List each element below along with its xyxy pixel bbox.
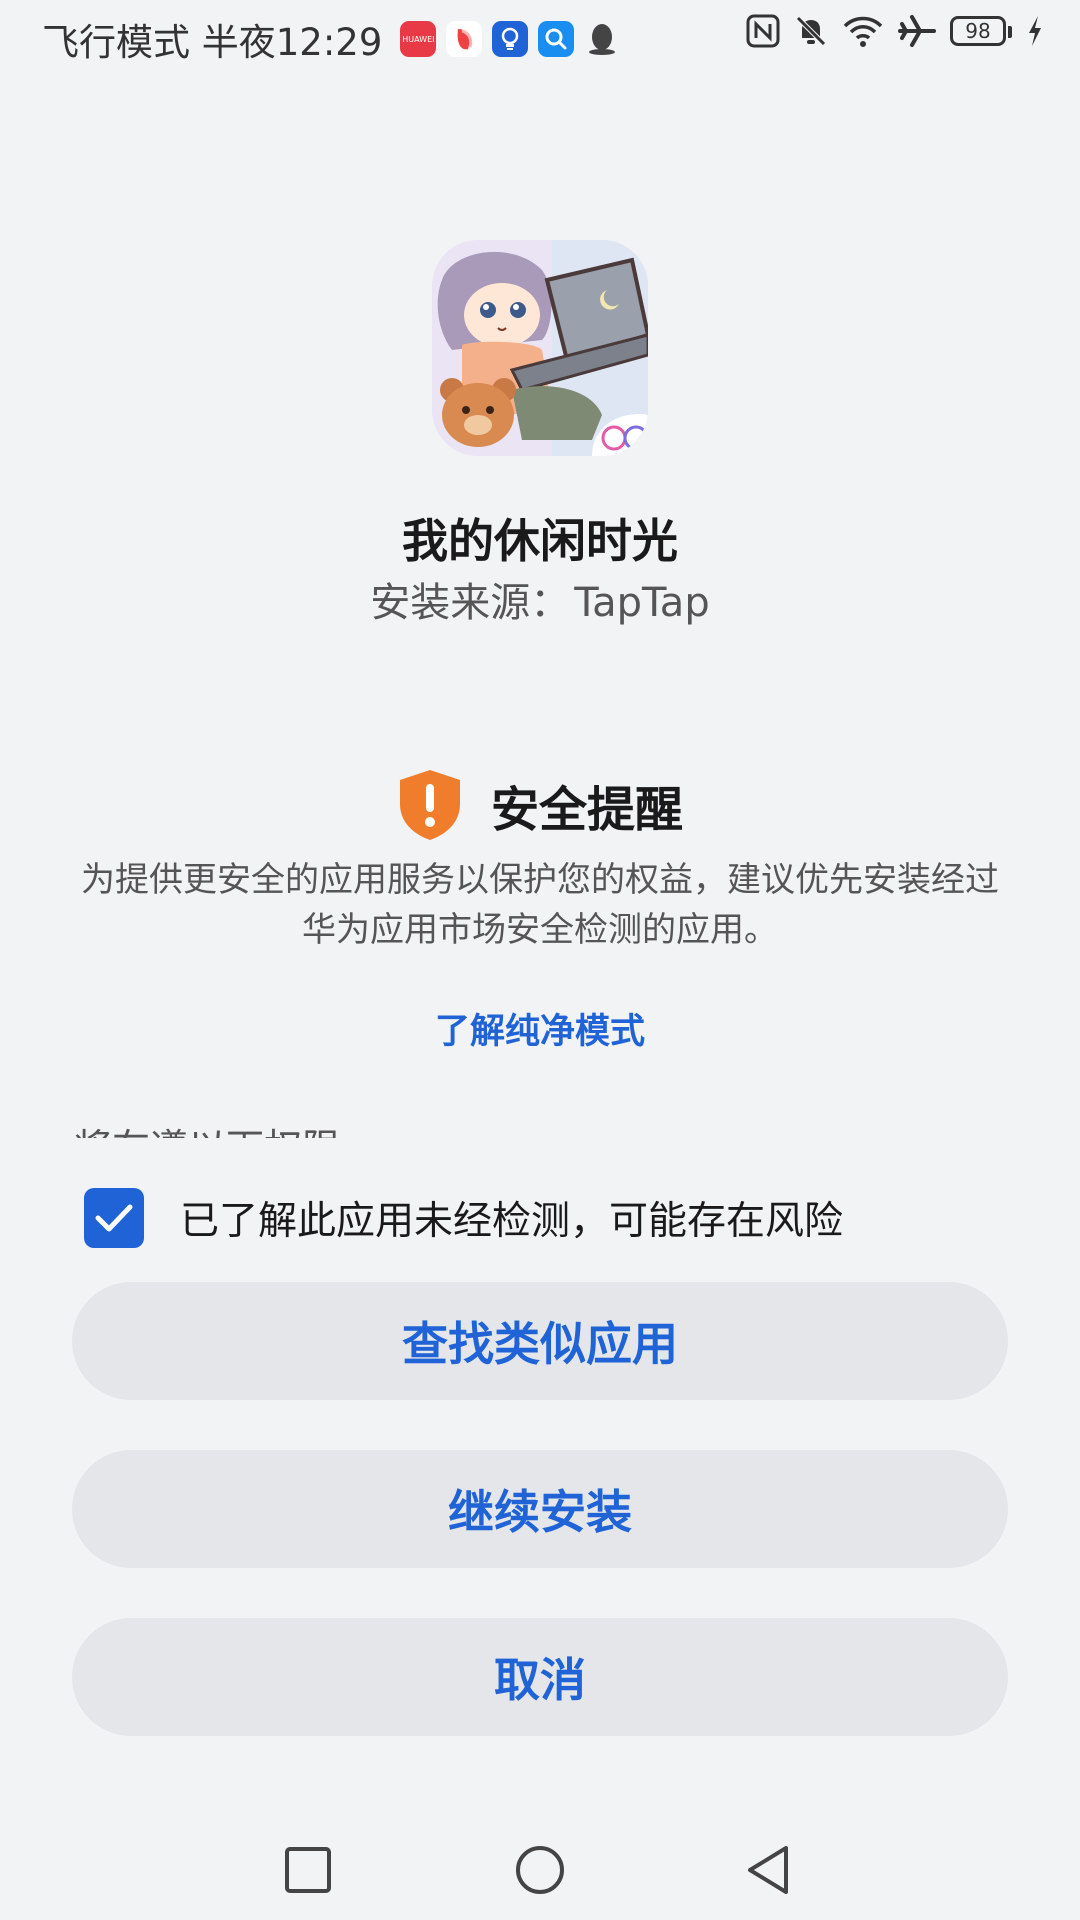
huawei-label: HUAWEI bbox=[402, 34, 435, 44]
install-source-value: TapTap bbox=[574, 580, 710, 626]
cancel-button[interactable]: 取消 bbox=[72, 1618, 1008, 1736]
security-message: 为提供更安全的应用服务以保护您的权益，建议优先安装经过华为应用市场安全检测的应用… bbox=[81, 860, 999, 950]
notification-icons: HUAWEI bbox=[400, 21, 620, 57]
security-header: 安全提醒 bbox=[0, 768, 1080, 842]
continue-install-button[interactable]: 继续安装 bbox=[72, 1450, 1008, 1568]
qq-penguin-icon bbox=[584, 21, 620, 57]
navigation-bar bbox=[0, 1820, 1080, 1920]
red-app-icon bbox=[446, 21, 483, 57]
app-icon bbox=[432, 240, 648, 456]
warning-shield-icon bbox=[399, 770, 460, 840]
status-right: 98 bbox=[746, 14, 1044, 48]
nfc-icon bbox=[746, 14, 780, 48]
triangle-back-icon bbox=[748, 1846, 788, 1894]
battery-icon: 98 bbox=[950, 16, 1012, 46]
mute-bell-icon bbox=[796, 16, 826, 46]
install-source: 安装来源： TapTap bbox=[0, 570, 1080, 628]
find-similar-apps-button[interactable]: 查找类似应用 bbox=[72, 1282, 1008, 1400]
status-left: 飞行模式 半夜12:29 HUAWEI bbox=[42, 12, 620, 66]
learn-pure-mode-link[interactable]: 了解纯净模式 bbox=[0, 1003, 1080, 1054]
airplane-icon bbox=[898, 15, 936, 47]
huawei-appgallery-icon: HUAWEI bbox=[400, 21, 437, 57]
charging-icon bbox=[1029, 16, 1041, 46]
square-icon bbox=[285, 1847, 331, 1893]
back-button[interactable] bbox=[728, 1830, 808, 1910]
status-bar: 飞行模式 半夜12:29 HUAWEI 98 bbox=[0, 0, 1080, 74]
acknowledge-label: 已了解此应用未经检测，可能存在风险 bbox=[180, 1199, 844, 1244]
install-source-label: 安装来源： bbox=[370, 580, 571, 626]
circle-icon bbox=[516, 1846, 564, 1894]
clipped-permissions-text: 将在遵以下权限 bbox=[74, 1120, 374, 1138]
tips-bulb-icon bbox=[492, 21, 529, 57]
acknowledge-row[interactable]: 已了解此应用未经检测，可能存在风险 bbox=[84, 1188, 843, 1248]
recent-apps-button[interactable] bbox=[268, 1830, 348, 1910]
clipped-text: 将在遵以下权限 bbox=[74, 1126, 340, 1138]
home-button[interactable] bbox=[500, 1830, 580, 1910]
acknowledge-checkbox[interactable] bbox=[84, 1188, 144, 1248]
battery-level: 98 bbox=[965, 19, 991, 43]
status-text: 飞行模式 半夜12:29 bbox=[42, 21, 383, 64]
security-title: 安全提醒 bbox=[490, 782, 683, 838]
checkmark-icon bbox=[95, 1204, 133, 1232]
wifi-icon bbox=[843, 16, 883, 47]
search-app-icon bbox=[538, 21, 575, 57]
app-name: 我的休闲时光 bbox=[402, 514, 678, 568]
